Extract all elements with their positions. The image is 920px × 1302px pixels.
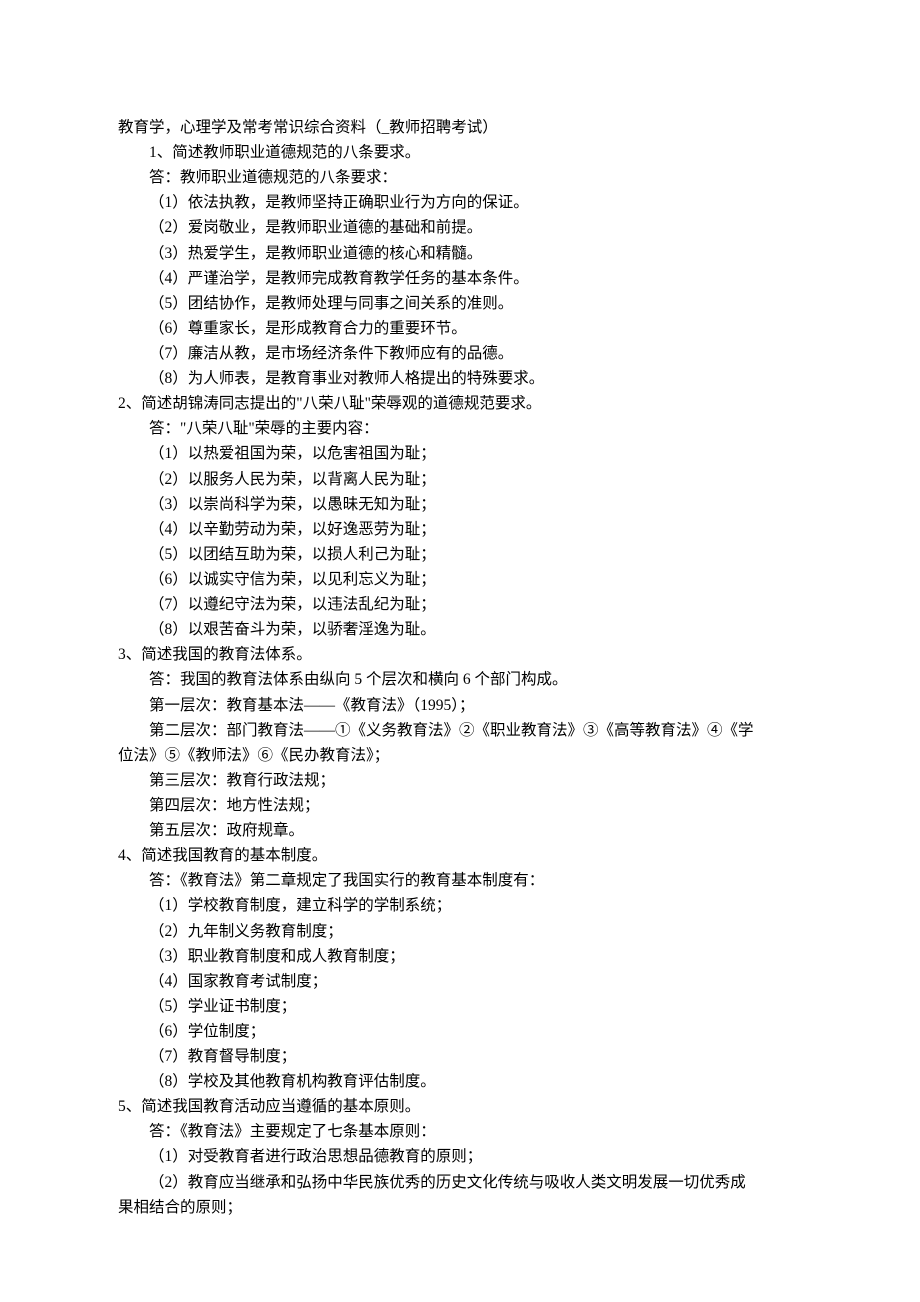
answer-4-item-2: （2）九年制义务教育制度；: [118, 919, 802, 944]
answer-2-item-7: （7）以遵纪守法为荣，以违法乱纪为耻；: [118, 592, 802, 617]
answer-1-item-1: （1）依法执教，是教师坚持正确职业行为方向的保证。: [118, 190, 802, 215]
answer-5-line-3: 果相结合的原则；: [118, 1195, 802, 1220]
answer-3: 答：我国的教育法体系由纵向 5 个层次和横向 6 个部门构成。: [118, 667, 802, 692]
answer-5: 答：《教育法》主要规定了七条基本原则：: [118, 1119, 802, 1144]
answer-4-item-7: （7）教育督导制度；: [118, 1044, 802, 1069]
answer-3-line-5: 第四层次：地方性法规；: [118, 793, 802, 818]
answer-1-item-6: （6）尊重家长，是形成教育合力的重要环节。: [118, 316, 802, 341]
answer-4: 答：《教育法》第二章规定了我国实行的教育基本制度有：: [118, 868, 802, 893]
question-5: 5、简述我国教育活动应当遵循的基本原则。: [118, 1094, 802, 1119]
answer-5-line-1: （1）对受教育者进行政治思想品德教育的原则；: [118, 1144, 802, 1169]
answer-3-line-4: 第三层次：教育行政法规；: [118, 768, 802, 793]
answer-4-item-5: （5）学业证书制度；: [118, 994, 802, 1019]
answer-1-item-3: （3）热爱学生，是教师职业道德的核心和精髓。: [118, 241, 802, 266]
answer-2-item-4: （4）以辛勤劳动为荣，以好逸恶劳为耻；: [118, 517, 802, 542]
answer-2-item-2: （2）以服务人民为荣，以背离人民为耻；: [118, 467, 802, 492]
answer-3-line-2: 第二层次：部门教育法——①《义务教育法》②《职业教育法》③《高等教育法》④《学: [118, 718, 802, 743]
answer-1-item-2: （2）爱岗敬业，是教师职业道德的基础和前提。: [118, 215, 802, 240]
answer-2-item-8: （8）以艰苦奋斗为荣，以骄奢淫逸为耻。: [118, 617, 802, 642]
answer-3-line-3: 位法》⑤《教师法》⑥《民办教育法》；: [118, 743, 802, 768]
answer-2-item-3: （3）以崇尚科学为荣，以愚昧无知为耻；: [118, 492, 802, 517]
answer-1: 答：教师职业道德规范的八条要求：: [118, 165, 802, 190]
answer-2: 答："八荣八耻"荣辱的主要内容：: [118, 416, 802, 441]
answer-1-item-8: （8）为人师表，是教育事业对教师人格提出的特殊要求。: [118, 366, 802, 391]
answer-4-item-6: （6）学位制度；: [118, 1019, 802, 1044]
answer-2-item-5: （5）以团结互助为荣，以损人利己为耻；: [118, 542, 802, 567]
question-1: 1、简述教师职业道德规范的八条要求。: [118, 140, 802, 165]
answer-3-line-1: 第一层次：教育基本法——《教育法》（1995）；: [118, 693, 802, 718]
answer-1-item-5: （5）团结协作，是教师处理与同事之间关系的准则。: [118, 291, 802, 316]
content-container: 1、简述教师职业道德规范的八条要求。答：教师职业道德规范的八条要求：（1）依法执…: [118, 140, 802, 1220]
answer-4-item-8: （8）学校及其他教育机构教育评估制度。: [118, 1069, 802, 1094]
question-4: 4、简述我国教育的基本制度。: [118, 843, 802, 868]
answer-2-item-6: （6）以诚实守信为荣，以见利忘义为耻；: [118, 567, 802, 592]
doc-title: 教育学，心理学及常考常识综合资料（_教师招聘考试）: [118, 115, 802, 140]
question-3: 3、简述我国的教育法体系。: [118, 642, 802, 667]
document-page: 教育学，心理学及常考常识综合资料（_教师招聘考试） 1、简述教师职业道德规范的八…: [0, 0, 920, 1280]
answer-4-item-1: （1）学校教育制度，建立科学的学制系统；: [118, 893, 802, 918]
answer-3-line-6: 第五层次：政府规章。: [118, 818, 802, 843]
answer-1-item-4: （4）严谨治学，是教师完成教育教学任务的基本条件。: [118, 266, 802, 291]
answer-2-item-1: （1）以热爱祖国为荣，以危害祖国为耻；: [118, 441, 802, 466]
answer-4-item-4: （4）国家教育考试制度；: [118, 969, 802, 994]
answer-5-line-2: （2）教育应当继承和弘扬中华民族优秀的历史文化传统与吸收人类文明发展一切优秀成: [118, 1170, 802, 1195]
answer-4-item-3: （3）职业教育制度和成人教育制度；: [118, 944, 802, 969]
question-2: 2、简述胡锦涛同志提出的"八荣八耻"荣辱观的道德规范要求。: [118, 391, 802, 416]
answer-1-item-7: （7）廉洁从教，是市场经济条件下教师应有的品德。: [118, 341, 802, 366]
